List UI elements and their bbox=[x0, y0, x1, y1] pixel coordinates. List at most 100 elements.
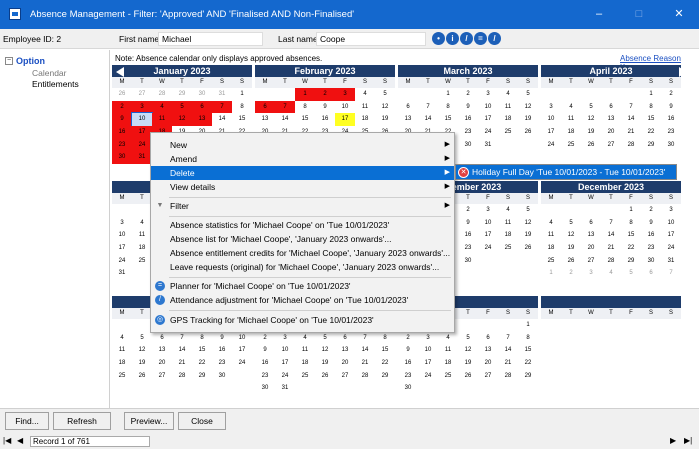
day-cell[interactable] bbox=[561, 344, 581, 357]
day-cell[interactable]: 12 bbox=[315, 344, 335, 357]
last-record-icon[interactable]: ▶| bbox=[684, 436, 692, 445]
day-cell[interactable]: 24 bbox=[232, 357, 252, 370]
day-cell[interactable]: 7 bbox=[621, 101, 641, 114]
day-cell[interactable] bbox=[478, 382, 498, 395]
day-cell[interactable] bbox=[498, 382, 518, 395]
day-cell[interactable] bbox=[661, 344, 681, 357]
day-cell[interactable]: 3 bbox=[132, 100, 152, 114]
day-cell[interactable]: 5 bbox=[375, 88, 395, 101]
day-cell[interactable]: 16 bbox=[641, 229, 661, 242]
day-cell[interactable]: 3 bbox=[478, 204, 498, 217]
day-cell[interactable]: 19 bbox=[518, 229, 538, 242]
day-cell[interactable] bbox=[621, 332, 641, 345]
day-cell[interactable]: 17 bbox=[112, 242, 132, 255]
day-cell[interactable]: 6 bbox=[581, 217, 601, 230]
day-cell[interactable]: 25 bbox=[295, 370, 315, 383]
day-cell[interactable]: 18 bbox=[541, 242, 561, 255]
day-cell[interactable] bbox=[661, 332, 681, 345]
day-cell[interactable] bbox=[561, 319, 581, 332]
day-cell[interactable]: 7 bbox=[661, 267, 681, 280]
day-cell[interactable]: 27 bbox=[132, 88, 152, 101]
day-cell[interactable] bbox=[621, 319, 641, 332]
day-cell[interactable]: 6 bbox=[192, 100, 212, 114]
day-cell[interactable] bbox=[255, 88, 275, 101]
day-cell[interactable]: 28 bbox=[355, 370, 375, 383]
day-cell[interactable]: 31 bbox=[112, 267, 132, 280]
first-name-field[interactable]: Michael bbox=[158, 32, 263, 46]
day-cell[interactable] bbox=[581, 332, 601, 345]
day-cell[interactable]: 29 bbox=[518, 370, 538, 383]
day-cell[interactable]: 25 bbox=[541, 255, 561, 268]
day-cell[interactable]: 3 bbox=[275, 332, 295, 345]
day-cell[interactable]: 10 bbox=[131, 112, 153, 128]
day-cell[interactable] bbox=[601, 332, 621, 345]
first-record-icon[interactable]: |◀ bbox=[3, 436, 11, 445]
maximize-button[interactable]: □ bbox=[619, 0, 659, 29]
day-cell[interactable]: 24 bbox=[541, 139, 561, 152]
day-cell[interactable] bbox=[621, 344, 641, 357]
day-cell[interactable]: 23 bbox=[398, 370, 418, 383]
day-cell[interactable]: 23 bbox=[112, 138, 132, 152]
day-cell[interactable]: 26 bbox=[518, 126, 538, 139]
day-cell[interactable]: 11 bbox=[152, 113, 172, 127]
menu-filter[interactable]: ▼ Filter ▶ bbox=[151, 199, 454, 213]
day-cell[interactable]: 24 bbox=[275, 370, 295, 383]
day-cell[interactable]: 2 bbox=[458, 88, 478, 101]
day-cell[interactable]: 31 bbox=[275, 382, 295, 395]
day-cell[interactable] bbox=[541, 344, 561, 357]
day-cell[interactable]: 20 bbox=[152, 357, 172, 370]
day-cell[interactable]: 14 bbox=[172, 344, 192, 357]
day-cell[interactable]: 3 bbox=[581, 267, 601, 280]
day-cell[interactable]: 8 bbox=[375, 332, 395, 345]
day-cell[interactable]: 11 bbox=[112, 344, 132, 357]
day-cell[interactable] bbox=[541, 332, 561, 345]
next-month-icon[interactable] bbox=[679, 67, 687, 77]
last-name-field[interactable]: Coope bbox=[316, 32, 426, 46]
day-cell[interactable]: 24 bbox=[418, 370, 438, 383]
day-cell[interactable]: 11 bbox=[132, 229, 152, 242]
day-cell[interactable]: 9 bbox=[458, 217, 478, 230]
day-cell[interactable]: 7 bbox=[212, 100, 232, 114]
day-cell[interactable] bbox=[518, 139, 538, 152]
day-cell[interactable]: 7 bbox=[601, 217, 621, 230]
day-cell[interactable]: 5 bbox=[315, 332, 335, 345]
day-cell[interactable]: 11 bbox=[561, 113, 581, 126]
day-cell[interactable]: 6 bbox=[398, 101, 418, 114]
day-cell[interactable]: 6 bbox=[601, 101, 621, 114]
day-cell[interactable]: 12 bbox=[581, 113, 601, 126]
day-cell[interactable] bbox=[601, 319, 621, 332]
day-cell[interactable]: 2 bbox=[398, 332, 418, 345]
day-cell[interactable]: 17 bbox=[661, 229, 681, 242]
day-cell[interactable]: 18 bbox=[498, 113, 518, 126]
day-cell[interactable]: 17 bbox=[132, 126, 152, 139]
day-cell[interactable] bbox=[561, 332, 581, 345]
day-cell[interactable] bbox=[112, 319, 132, 332]
day-cell[interactable]: 3 bbox=[335, 88, 355, 101]
day-cell[interactable]: 5 bbox=[581, 101, 601, 114]
day-cell[interactable] bbox=[438, 382, 458, 395]
day-cell[interactable]: 6 bbox=[478, 332, 498, 345]
day-cell[interactable]: 13 bbox=[581, 229, 601, 242]
day-cell[interactable] bbox=[418, 382, 438, 395]
day-cell[interactable]: 19 bbox=[518, 113, 538, 126]
day-cell[interactable]: 5 bbox=[172, 100, 192, 114]
day-cell[interactable]: 30 bbox=[458, 139, 478, 152]
day-cell[interactable] bbox=[641, 332, 661, 345]
day-cell[interactable]: 28 bbox=[621, 139, 641, 152]
sidebar-option[interactable]: Option bbox=[16, 56, 45, 66]
day-cell[interactable]: 21 bbox=[355, 357, 375, 370]
day-cell[interactable]: 3 bbox=[478, 88, 498, 101]
day-cell[interactable]: 21 bbox=[621, 126, 641, 139]
day-cell[interactable]: 12 bbox=[375, 101, 395, 114]
sidebar-item-entitlements[interactable]: Entitlements bbox=[32, 79, 79, 89]
delete-submenu-item[interactable]: ✕ Holiday Full Day 'Tue 10/01/2023 - Tue … bbox=[455, 164, 677, 180]
day-cell[interactable] bbox=[355, 382, 375, 395]
day-cell[interactable]: 1 bbox=[232, 88, 252, 101]
day-cell[interactable]: 24 bbox=[478, 126, 498, 139]
day-cell[interactable]: 1 bbox=[541, 267, 561, 280]
day-cell[interactable]: 22 bbox=[192, 357, 212, 370]
day-cell[interactable] bbox=[315, 382, 335, 395]
day-cell[interactable]: 23 bbox=[212, 357, 232, 370]
day-cell[interactable] bbox=[295, 382, 315, 395]
day-cell[interactable] bbox=[275, 88, 295, 101]
